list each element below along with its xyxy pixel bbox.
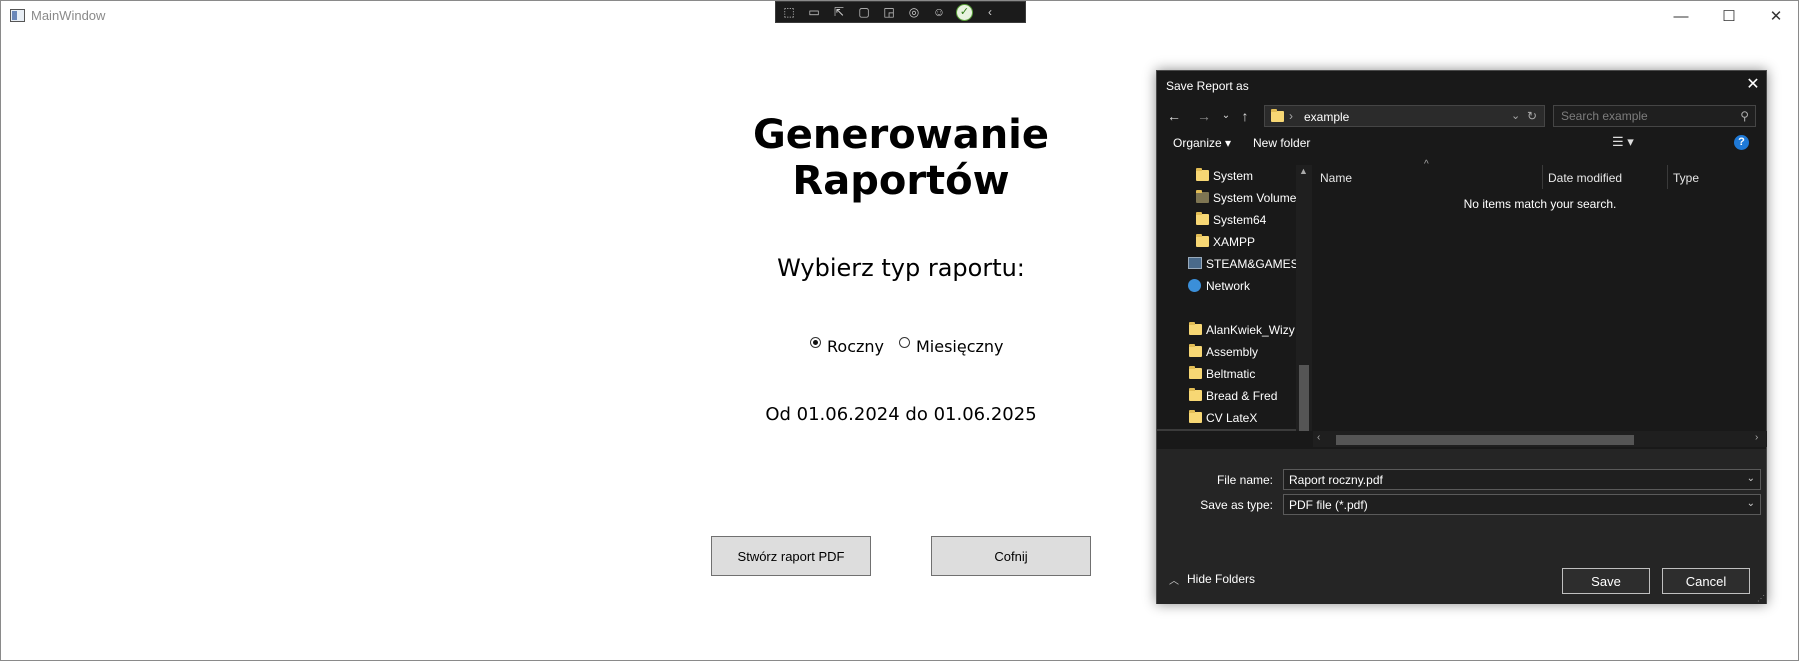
search-icon: ⚲ — [1740, 109, 1749, 123]
report-type-prompt: Wybierz typ raportu: — [777, 254, 1025, 282]
drive-icon — [1188, 257, 1202, 269]
tree-item-cv-latex[interactable]: CV LateX — [1157, 407, 1296, 429]
list-scroll-thumb[interactable] — [1336, 435, 1634, 445]
help-icon[interactable]: ? — [1734, 135, 1749, 150]
tree-item-assembly[interactable]: Assembly — [1157, 341, 1296, 363]
column-type[interactable]: Type — [1673, 165, 1699, 189]
tree-item-steam-games[interactable]: STEAM&GAMES — [1157, 253, 1296, 275]
tree-item-alankwiek[interactable]: AlanKwiek_Wizy — [1157, 319, 1296, 341]
collapse-icon[interactable]: ‹ — [982, 5, 998, 19]
forward-arrow-icon[interactable]: → — [1192, 107, 1216, 125]
app-icon — [10, 9, 25, 22]
refresh-icon[interactable]: ↻ — [1527, 109, 1537, 123]
tree-item-example[interactable]: example — [1157, 429, 1296, 431]
folder-icon — [1196, 212, 1209, 225]
address-bar[interactable]: › example ⌄ ↻ — [1264, 105, 1545, 127]
save-button[interactable]: Save — [1562, 568, 1650, 594]
empty-message: No items match your search. — [1463, 197, 1617, 211]
new-folder-button[interactable]: New folder — [1253, 136, 1310, 150]
folder-icon — [1189, 322, 1202, 335]
radio-roczny-label[interactable]: Roczny — [827, 337, 884, 356]
save-type-select[interactable]: PDF file (*.pdf) ⌄ — [1283, 494, 1761, 515]
maximize-button[interactable]: ☐ — [1706, 1, 1752, 31]
folder-icon — [1196, 168, 1209, 181]
accessibility-icon[interactable]: ☺ — [931, 5, 947, 19]
breadcrumb-example[interactable]: example — [1304, 110, 1349, 124]
track-focus-icon[interactable]: ◲ — [881, 5, 897, 19]
save-dialog: Save Report as ✕ ← → ⌄ ↑ › example ⌄ ↻ S… — [1156, 70, 1767, 604]
sort-indicator-icon: ^ — [1424, 159, 1429, 170]
address-dropdown-icon[interactable]: ⌄ — [1511, 109, 1520, 122]
folder-icon — [1196, 234, 1209, 247]
date-range: Od 01.06.2024 do 01.06.2025 — [765, 404, 1037, 425]
tree-item-network[interactable]: Network — [1157, 275, 1296, 297]
tree-item-system64[interactable]: System64 — [1157, 209, 1296, 231]
scroll-left-icon[interactable]: ‹ — [1317, 432, 1320, 443]
up-arrow-icon[interactable]: ↑ — [1233, 107, 1257, 125]
radio-roczny[interactable] — [810, 337, 821, 348]
chevron-up-icon[interactable]: ︿ — [1169, 572, 1179, 587]
cancel-button[interactable]: Cancel — [1662, 568, 1750, 594]
scroll-right-icon[interactable]: › — [1755, 432, 1758, 443]
search-placeholder: Search example — [1561, 109, 1648, 123]
back-button[interactable]: Cofnij — [931, 536, 1091, 576]
nav-scroll-thumb[interactable] — [1299, 365, 1309, 431]
hide-folders-button[interactable]: Hide Folders — [1187, 572, 1255, 586]
file-name-value: Raport roczny.pdf — [1289, 473, 1383, 487]
tree-item-system[interactable]: System — [1157, 165, 1296, 187]
chevron-down-icon[interactable]: ⌄ — [1747, 498, 1755, 509]
column-name[interactable]: Name — [1320, 165, 1352, 189]
dialog-title: Save Report as — [1166, 79, 1249, 93]
folder-icon — [1189, 366, 1202, 379]
breadcrumb-separator: › — [1289, 109, 1293, 123]
folder-icon — [1196, 190, 1209, 203]
check-icon[interactable]: ✓ — [956, 3, 973, 21]
network-icon — [1188, 279, 1201, 292]
minimize-button[interactable]: — — [1658, 1, 1704, 31]
pointer-icon[interactable]: ⇱ — [831, 5, 847, 19]
hot-reload-icon[interactable]: ◎ — [906, 5, 922, 19]
tree-item-system-volume[interactable]: System Volume — [1157, 187, 1296, 209]
chevron-down-icon[interactable]: ⌄ — [1747, 473, 1755, 484]
folder-icon — [1271, 109, 1284, 122]
scroll-up-icon[interactable]: ▲ — [1299, 166, 1308, 176]
close-button[interactable]: ✕ — [1753, 1, 1799, 31]
create-pdf-button[interactable]: Stwórz raport PDF — [711, 536, 871, 576]
tree-item-beltmatic[interactable]: Beltmatic — [1157, 363, 1296, 385]
column-date-modified[interactable]: Date modified — [1548, 165, 1622, 189]
column-separator[interactable] — [1542, 165, 1543, 189]
column-separator[interactable] — [1667, 165, 1668, 189]
search-input[interactable]: Search example ⚲ — [1553, 105, 1756, 127]
save-type-value: PDF file (*.pdf) — [1289, 498, 1368, 512]
file-list: Name ^ Date modified Type No items match… — [1313, 159, 1767, 431]
save-type-label: Save as type: — [1200, 498, 1273, 512]
tree-item-bread-fred[interactable]: Bread & Fred — [1157, 385, 1296, 407]
view-options-icon[interactable]: ☰ ▾ — [1612, 134, 1634, 150]
radio-miesieczny[interactable] — [899, 337, 910, 348]
radio-miesieczny-label[interactable]: Miesięczny — [916, 337, 1004, 356]
resize-grip-icon[interactable]: ⋰ — [1757, 594, 1765, 603]
select-element-icon[interactable]: ⬚ — [781, 5, 797, 19]
window-title: MainWindow — [31, 8, 106, 23]
back-arrow-icon[interactable]: ← — [1162, 107, 1186, 125]
frame-icon[interactable]: ▢ — [856, 5, 872, 19]
video-icon[interactable]: ▭ — [806, 5, 822, 19]
folder-icon — [1189, 344, 1202, 357]
debug-toolbar: ⬚ ▭ ⇱ ▢ ◲ ◎ ☺ ✓ ‹ — [775, 1, 1026, 23]
tree-item-xampp[interactable]: XAMPP — [1157, 231, 1296, 253]
page-title: Generowanie Raportów — [752, 112, 1050, 204]
organize-menu[interactable]: Organize ▾ — [1173, 136, 1231, 150]
folder-icon — [1189, 388, 1202, 401]
file-name-field[interactable]: Raport roczny.pdf ⌄ — [1283, 469, 1761, 490]
file-name-label: File name: — [1216, 473, 1273, 487]
folder-icon — [1189, 410, 1202, 423]
dialog-close-button[interactable]: ✕ — [1742, 73, 1764, 97]
navigation-pane: System System Volume System64 XAMPP STEA… — [1157, 165, 1296, 431]
